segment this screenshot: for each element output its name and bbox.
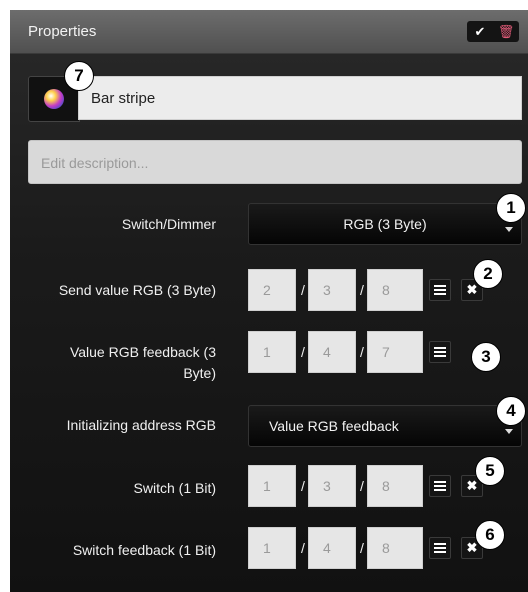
callout-4: 4 <box>496 396 526 426</box>
address-separator: / <box>301 344 305 360</box>
callout-3: 3 <box>471 342 501 372</box>
value-feedback-main-group[interactable]: 1 <box>248 331 296 373</box>
address-separator: / <box>360 344 364 360</box>
value-feedback-label-line1: Value RGB feedback (3 <box>69 344 216 360</box>
chevron-down-icon <box>505 429 513 434</box>
switch-feedback-main-group[interactable]: 1 <box>248 527 296 569</box>
object-name-input[interactable]: Bar stripe <box>78 76 522 120</box>
switch-dimmer-value: RGB (3 Byte) <box>343 216 427 232</box>
panel-title: Properties <box>28 23 97 40</box>
switch-1bit-label: Switch (1 Bit) <box>133 480 216 496</box>
list-icon[interactable] <box>429 475 451 497</box>
address-separator: / <box>360 478 364 494</box>
callout-6: 6 <box>475 520 505 550</box>
address-separator: / <box>301 282 305 298</box>
send-value-label: Send value RGB (3 Byte) <box>58 282 216 298</box>
send-value-sub-group[interactable]: 8 <box>367 269 423 311</box>
value-feedback-sub-group[interactable]: 7 <box>367 331 423 373</box>
callout-1: 1 <box>496 193 526 223</box>
list-icon[interactable] <box>429 537 451 559</box>
check-circle-icon[interactable]: ✔ <box>467 21 493 42</box>
send-value-main-group[interactable]: 2 <box>248 269 296 311</box>
callout-5: 5 <box>475 456 505 486</box>
properties-panel: Properties ✔ 🗑 Bar stripe Edit descripti… <box>10 10 528 592</box>
switch-1bit-middle-group[interactable]: 3 <box>308 465 356 507</box>
switch-1bit-main-group[interactable]: 1 <box>248 465 296 507</box>
color-orb-icon <box>44 89 64 109</box>
chevron-down-icon <box>505 227 513 232</box>
trash-icon[interactable]: 🗑 <box>493 21 519 42</box>
switch-feedback-label: Switch feedback (1 Bit) <box>72 542 216 558</box>
init-address-label: Initializing address RGB <box>66 417 216 433</box>
switch-dimmer-select[interactable]: RGB (3 Byte) <box>248 203 522 245</box>
address-separator: / <box>301 540 305 556</box>
value-feedback-middle-group[interactable]: 4 <box>308 331 356 373</box>
list-icon[interactable] <box>429 279 451 301</box>
description-input[interactable]: Edit description... <box>28 140 522 184</box>
panel-header: Properties ✔ 🗑 <box>10 10 528 54</box>
value-feedback-label-line2: Byte) <box>183 365 216 381</box>
init-address-select[interactable]: Value RGB feedback <box>248 405 522 447</box>
address-separator: / <box>301 478 305 494</box>
callout-7: 7 <box>64 61 94 91</box>
value-feedback-label: Value RGB feedback (3 Byte) <box>10 342 216 384</box>
switch-feedback-sub-group[interactable]: 8 <box>367 527 423 569</box>
header-button-group: ✔ 🗑 <box>467 21 519 42</box>
address-separator: / <box>360 540 364 556</box>
init-address-value: Value RGB feedback <box>269 418 399 434</box>
switch-dimmer-label: Switch/Dimmer <box>121 216 216 232</box>
switch-feedback-middle-group[interactable]: 4 <box>308 527 356 569</box>
switch-1bit-sub-group[interactable]: 8 <box>367 465 423 507</box>
send-value-middle-group[interactable]: 3 <box>308 269 356 311</box>
address-separator: / <box>360 282 364 298</box>
list-icon[interactable] <box>429 341 451 363</box>
callout-2: 2 <box>473 259 503 289</box>
